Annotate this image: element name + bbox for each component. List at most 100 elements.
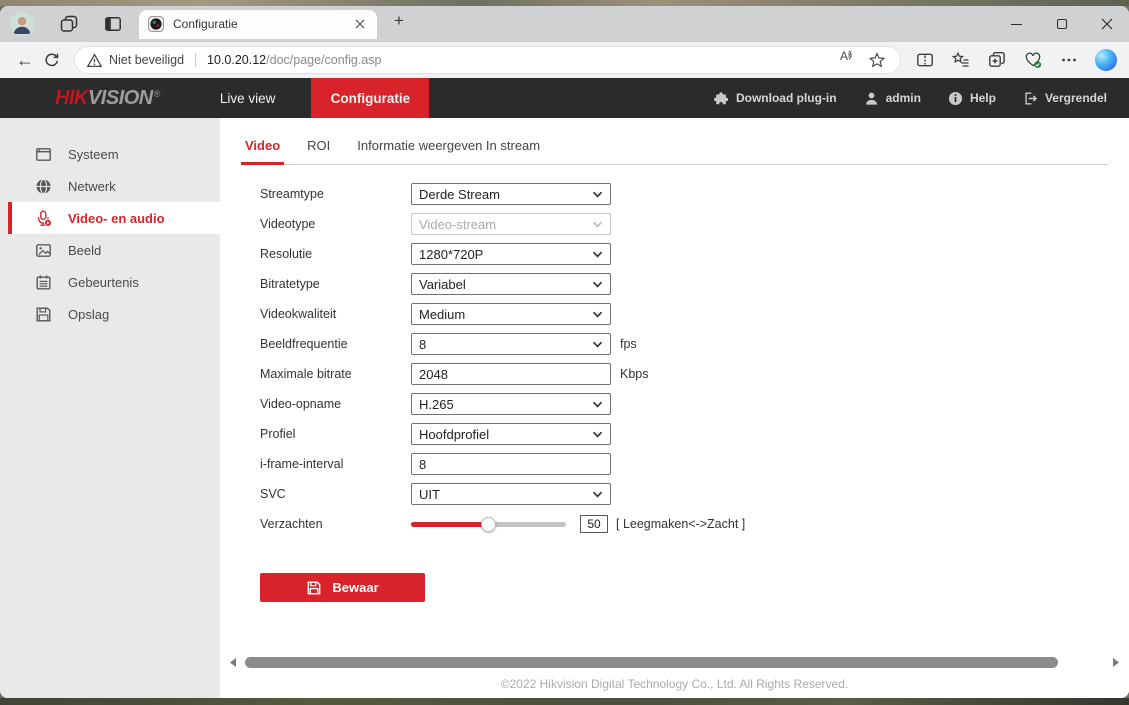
image-icon — [35, 242, 52, 259]
sidebar-item-label: Video- en audio — [68, 211, 165, 226]
svc-select[interactable]: UIT — [411, 483, 611, 505]
hikvision-header: HIKVISION® Live view Configuratie Downlo… — [0, 78, 1129, 118]
address-bar[interactable]: Niet beveiligd 10.0.20.12/doc/page/confi… — [74, 46, 901, 74]
nav-live-view[interactable]: Live view — [220, 91, 276, 106]
videokwaliteit-select[interactable]: Medium — [411, 303, 611, 325]
profile-avatar[interactable] — [10, 12, 34, 36]
read-aloud-button[interactable]: A — [836, 49, 858, 71]
refresh-button[interactable] — [38, 47, 64, 73]
tab-actions-icon[interactable] — [104, 15, 122, 33]
sidebar-item-label: Systeem — [68, 147, 119, 162]
field-label: Maximale bitrate — [260, 367, 411, 381]
sidebar-item-label: Netwerk — [68, 179, 116, 194]
form-row: Profiel Hoofdprofiel — [260, 419, 1129, 449]
browser-essentials-button[interactable] — [1023, 50, 1043, 70]
sidebar-item-beeld[interactable]: Beeld — [8, 234, 220, 266]
chevron-down-icon — [592, 401, 603, 408]
tab-informatie-weergeven[interactable]: Informatie weergeven In stream — [357, 138, 540, 164]
field-label: Video-opname — [260, 397, 411, 411]
maximize-button[interactable] — [1039, 6, 1084, 42]
resolutie-select[interactable]: 1280*720P — [411, 243, 611, 265]
back-arrow-icon: ← — [16, 51, 34, 69]
storage-disk-icon — [35, 306, 52, 323]
microphone-icon — [35, 210, 52, 227]
chevron-down-icon — [592, 191, 603, 198]
form-row: i-frame-interval — [260, 449, 1129, 479]
favorite-star-button[interactable] — [866, 49, 888, 71]
video-opname-select[interactable]: H.265 — [411, 393, 611, 415]
security-label[interactable]: Niet beveiligd — [109, 53, 184, 67]
slider-hint: [ Leegmaken<->Zacht ] — [616, 517, 745, 531]
sidebar-item-gebeurtenis[interactable]: Gebeurtenis — [8, 266, 220, 298]
hikvision-logo: HIKVISION® — [55, 87, 160, 110]
settings-more-button[interactable] — [1059, 50, 1079, 70]
split-screen-button[interactable] — [915, 50, 935, 70]
beeldfrequentie-select[interactable]: 8 — [411, 333, 611, 355]
back-button[interactable]: ← — [12, 47, 38, 73]
browser-tab-bar: Configuratie + — [0, 6, 1129, 42]
lock-logout-button[interactable]: Vergrendel — [1023, 91, 1107, 106]
url-path: /doc/page/config.asp — [266, 53, 381, 67]
form-row: Beeldfrequentie 8 fps — [260, 329, 1129, 359]
scrollbar-thumb[interactable] — [245, 657, 1058, 668]
browser-tab[interactable]: Configuratie — [139, 10, 377, 39]
select-value: 8 — [419, 337, 426, 352]
verzachten-slider[interactable] — [411, 513, 566, 535]
chevron-down-icon — [592, 221, 603, 228]
sidebar-item-label: Opslag — [68, 307, 109, 322]
toolbar-right-icons — [915, 49, 1117, 71]
save-button-label: Bewaar — [332, 580, 378, 595]
copyright-text: ©2022 Hikvision Digital Technology Co., … — [220, 677, 1129, 691]
select-value: Hoofdprofiel — [419, 427, 489, 442]
tab-video[interactable]: Video — [245, 138, 280, 164]
sidebar-item-label: Gebeurtenis — [68, 275, 139, 290]
sidebar-item-video-en-audio[interactable]: Video- en audio — [8, 202, 220, 234]
browser-window: Configuratie + ← — [0, 6, 1129, 698]
field-suffix: Kbps — [620, 367, 649, 381]
form-row: Streamtype Derde Stream — [260, 179, 1129, 209]
sidebar-item-opslag[interactable]: Opslag — [8, 298, 220, 330]
system-window-icon — [35, 146, 52, 163]
slider-fill — [411, 522, 489, 527]
tab-close-icon[interactable] — [352, 16, 368, 32]
slider-handle[interactable] — [481, 517, 496, 532]
new-tab-button[interactable]: + — [390, 12, 408, 30]
maximale-bitrate-input[interactable] — [411, 363, 611, 385]
nav-configuratie[interactable]: Configuratie — [311, 78, 429, 118]
download-plugin-button[interactable]: Download plug-in — [714, 91, 837, 106]
field-label: Profiel — [260, 427, 411, 441]
collections-button[interactable] — [987, 50, 1007, 70]
url-host: 10.0.20.12 — [207, 53, 266, 67]
favorites-list-button[interactable] — [951, 50, 971, 70]
help-button[interactable]: Help — [948, 91, 996, 106]
refresh-icon — [43, 52, 60, 69]
copilot-icon[interactable] — [1095, 49, 1117, 71]
sidebar-item-netwerk[interactable]: Netwerk — [8, 170, 220, 202]
save-button[interactable]: Bewaar — [260, 573, 425, 602]
sidebar-item-systeem[interactable]: Systeem — [8, 138, 220, 170]
horizontal-scrollbar[interactable] — [226, 656, 1123, 669]
iframe-interval-input[interactable] — [411, 453, 611, 475]
field-suffix: fps — [620, 337, 637, 351]
field-label: Resolutie — [260, 247, 411, 261]
profiel-select[interactable]: Hoofdprofiel — [411, 423, 611, 445]
admin-user-button[interactable]: admin — [864, 91, 921, 106]
browser-toolbar: ← Niet beveiligd 10.0.20.12/doc/page/con… — [0, 42, 1129, 78]
logout-icon — [1023, 91, 1038, 106]
select-value: H.265 — [419, 397, 454, 412]
verzachten-value-input[interactable] — [580, 515, 608, 533]
streamtype-select[interactable]: Derde Stream — [411, 183, 611, 205]
bitratetype-select[interactable]: Variabel — [411, 273, 611, 295]
chevron-down-icon — [592, 431, 603, 438]
tab-roi[interactable]: ROI — [307, 138, 330, 164]
minimize-icon — [1011, 24, 1022, 25]
select-value: 1280*720P — [419, 247, 483, 262]
scrollbar-track[interactable] — [240, 657, 1109, 668]
workspaces-icon[interactable] — [60, 15, 78, 33]
close-button[interactable] — [1084, 6, 1129, 42]
url-separator — [195, 53, 196, 67]
scroll-right-icon[interactable] — [1109, 658, 1123, 667]
scroll-left-icon[interactable] — [226, 658, 240, 667]
minimize-button[interactable] — [994, 6, 1039, 42]
avatar-photo — [10, 12, 34, 36]
